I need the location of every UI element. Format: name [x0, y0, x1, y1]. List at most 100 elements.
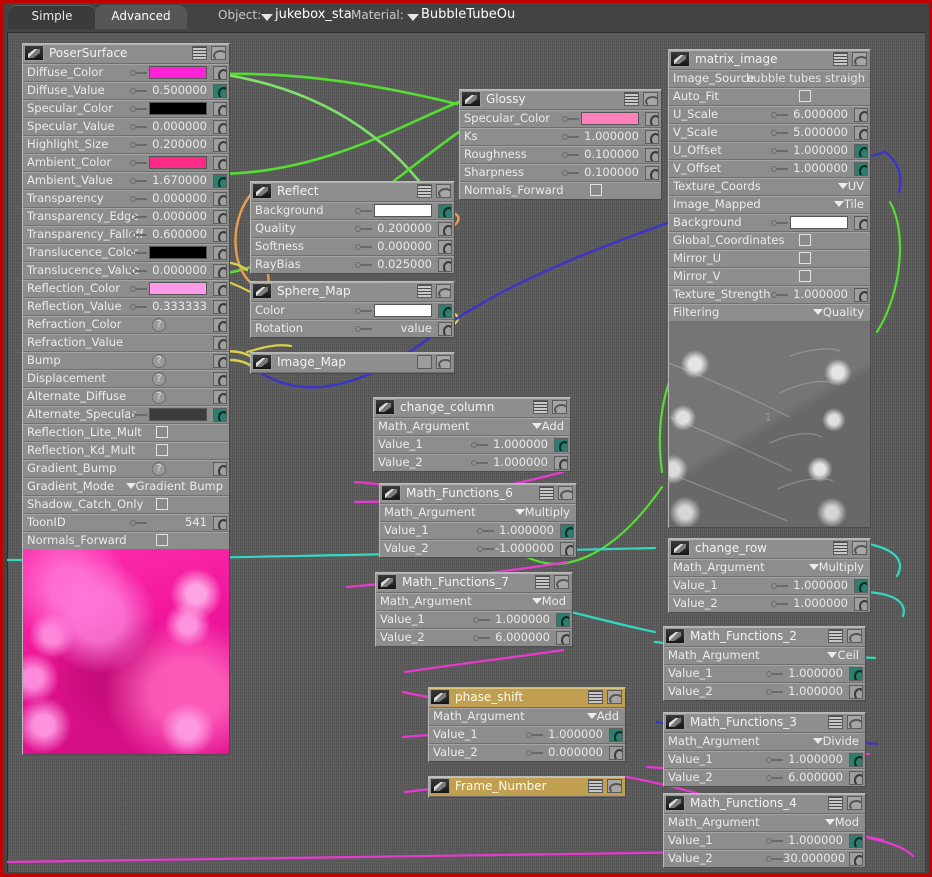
node-graph-canvas[interactable]: PoserSurface Diffuse_Color Diffuse_Value 0…	[7, 32, 925, 872]
param-connector-icon[interactable]	[130, 249, 147, 257]
param-input-socket[interactable]	[213, 300, 227, 314]
dropdown-value[interactable]: Add	[597, 709, 619, 723]
param-value[interactable]: 0.600000	[147, 227, 207, 241]
param-input-socket[interactable]	[438, 258, 452, 272]
param-value[interactable]: 1.000000	[788, 596, 848, 610]
param-value[interactable]: 0.200000	[147, 137, 207, 151]
param-value[interactable]: 1.000000	[488, 437, 548, 451]
node-list-icon[interactable]	[588, 779, 603, 793]
param-connector-icon[interactable]	[766, 837, 783, 845]
color-swatch[interactable]	[149, 282, 207, 295]
param-connector-icon[interactable]	[130, 159, 147, 167]
node-header[interactable]: matrix_image	[669, 50, 870, 70]
color-swatch[interactable]	[581, 112, 639, 125]
node-header[interactable]: PoserSurface	[23, 44, 229, 64]
node-frame-number[interactable]: Frame_Number	[428, 776, 626, 798]
param-value[interactable]: 0.100000	[579, 165, 639, 179]
param-connector-icon[interactable]	[130, 519, 147, 527]
param-connector-icon[interactable]	[562, 133, 579, 141]
param-input-socket[interactable]	[849, 834, 863, 848]
param-connector-icon[interactable]	[130, 69, 147, 77]
param-input-socket[interactable]	[645, 130, 659, 144]
param-row[interactable]: Specular_Color	[460, 110, 661, 128]
param-connector-icon[interactable]	[766, 855, 783, 863]
param-connector-icon[interactable]	[130, 177, 147, 185]
param-input-socket[interactable]	[213, 516, 227, 530]
param-row[interactable]: Softness 0.000000	[251, 238, 454, 256]
node-header[interactable]: Math_Functions_2	[664, 627, 865, 647]
color-swatch[interactable]	[149, 246, 207, 259]
param-row[interactable]: Translucence_Value 0.000000	[23, 262, 229, 280]
color-swatch[interactable]	[149, 66, 207, 79]
node-list-icon[interactable]	[539, 486, 554, 500]
node-preview-icon[interactable]	[607, 779, 622, 793]
node-preview-icon[interactable]	[643, 92, 658, 106]
node-list-icon[interactable]	[828, 715, 843, 729]
node-preview-icon[interactable]	[852, 52, 867, 66]
node-math-functions-4[interactable]: Math_Functions_4 Math_Argument Mod Value_1…	[663, 793, 866, 868]
param-row[interactable]: Value_1 1.000000	[664, 665, 865, 683]
unset-value-icon[interactable]: ?	[152, 318, 166, 332]
color-swatch[interactable]	[790, 216, 848, 229]
param-row[interactable]: Specular_Value 0.000000	[23, 118, 229, 136]
tab-simple[interactable]: Simple	[8, 5, 96, 29]
param-value[interactable]: 6.000000	[788, 107, 848, 121]
param-row[interactable]: Filtering Quality	[669, 304, 870, 321]
param-input-socket[interactable]	[854, 216, 868, 230]
checkbox[interactable]	[156, 426, 168, 438]
param-row[interactable]: Math_Argument Mod	[376, 593, 572, 611]
param-input-socket[interactable]	[213, 390, 227, 404]
node-list-icon[interactable]	[833, 52, 848, 66]
param-connector-icon[interactable]	[766, 774, 783, 782]
image-source-value[interactable]: bubble tubes straight	[746, 71, 866, 85]
param-connector-icon[interactable]	[473, 616, 490, 624]
node-change-column[interactable]: change_column Math_Argument Add Value_1 1.0…	[373, 397, 571, 472]
param-input-socket[interactable]	[854, 144, 868, 158]
param-connector-icon[interactable]	[130, 141, 147, 149]
param-input-socket[interactable]	[556, 613, 570, 627]
checkbox[interactable]	[156, 444, 168, 456]
material-value[interactable]: BubbleTubeOu	[421, 7, 515, 22]
object-value[interactable]: jukebox_sta	[275, 7, 352, 22]
param-input-socket[interactable]	[609, 728, 623, 742]
param-row[interactable]: Mirror_U	[669, 250, 870, 268]
param-row[interactable]: Normals_Forward	[23, 532, 229, 549]
param-value[interactable]: 5.000000	[788, 125, 848, 139]
param-input-socket[interactable]	[213, 66, 227, 80]
param-value[interactable]: 1.000000	[783, 666, 843, 680]
param-input-socket[interactable]	[645, 148, 659, 162]
param-input-socket[interactable]	[645, 166, 659, 180]
node-list-icon[interactable]	[535, 575, 550, 589]
param-value[interactable]: 1.000000	[543, 727, 603, 741]
param-connector-icon[interactable]	[771, 165, 788, 173]
param-connector-icon[interactable]	[473, 634, 490, 642]
param-row[interactable]: Math_Argument Multiply	[669, 559, 870, 577]
param-value[interactable]: 0.100000	[579, 147, 639, 161]
color-swatch[interactable]	[149, 408, 207, 421]
param-input-socket[interactable]	[556, 631, 570, 645]
param-value[interactable]: 6.000000	[783, 770, 843, 784]
param-connector-icon[interactable]	[766, 756, 783, 764]
param-input-socket[interactable]	[554, 438, 568, 452]
node-preview-icon[interactable]	[852, 541, 867, 555]
param-row[interactable]: Value_1 1.000000	[380, 522, 576, 540]
node-list-icon[interactable]	[417, 284, 432, 298]
param-value[interactable]: 0.025000	[372, 257, 432, 271]
param-input-socket[interactable]	[213, 264, 227, 278]
param-input-socket[interactable]	[213, 246, 227, 260]
param-connector-icon[interactable]	[526, 749, 543, 757]
param-row[interactable]: Refraction_Value	[23, 334, 229, 352]
param-row[interactable]: Gradient_Mode Gradient Bump	[23, 478, 229, 496]
chevron-down-icon[interactable]	[825, 819, 835, 825]
dropdown-value[interactable]: Tile	[844, 197, 864, 211]
node-preview-icon[interactable]	[847, 629, 862, 643]
param-row[interactable]: Value_1 1.000000	[664, 751, 865, 769]
chevron-down-icon[interactable]	[813, 738, 823, 744]
chevron-down-icon[interactable]	[827, 652, 837, 658]
param-row[interactable]: U_Offset 1.000000	[669, 142, 870, 160]
param-value[interactable]: 0.000000	[372, 239, 432, 253]
param-connector-icon[interactable]	[130, 303, 147, 311]
chevron-down-icon[interactable]	[532, 598, 542, 604]
node-list-icon[interactable]	[588, 690, 603, 704]
param-connector-icon[interactable]	[130, 105, 147, 113]
